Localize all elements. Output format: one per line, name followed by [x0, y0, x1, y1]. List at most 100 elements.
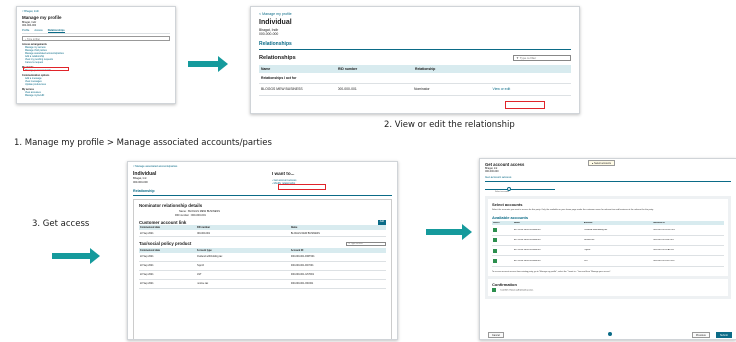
col-account: Account [583, 221, 593, 224]
col-commenced: Commenced date [140, 226, 160, 230]
detail-rid: RID number : 000-000-001 [175, 213, 206, 217]
arrow-right-icon [188, 56, 228, 72]
sub-line-2: 000-000-000 [133, 180, 148, 184]
section-relationships: Relationships [259, 41, 571, 50]
view-or-edit-link[interactable]: View or edit [491, 87, 570, 91]
submit-button[interactable]: Submit [716, 332, 732, 339]
confirm-title: Confirmation [492, 282, 517, 288]
confirm-checkbox-icon[interactable] [492, 288, 496, 293]
cell: 000-000-001-GST001 [290, 273, 315, 277]
table-row: BLOGGS NEW BUSINESS Dividend withholding… [492, 225, 724, 236]
row-rid: 000-000-001 [337, 87, 357, 92]
checkbox-checked-icon[interactable] [493, 258, 497, 263]
list-title: Relationships [259, 54, 296, 61]
cell: GST [583, 259, 589, 262]
step-indicator: Select accounts [485, 186, 731, 194]
caption-step-2: 2. View or edit the relationship [384, 120, 515, 130]
checkbox-checked-icon[interactable] [493, 238, 497, 243]
cell: 22 Sep 2021 [140, 255, 154, 259]
table-row: BLOGGS NEW BUSINESS GST 000-000-001-GST0… [492, 256, 724, 267]
screenshot-relationship-detail: < Manage associated accounts/parties Ind… [127, 161, 398, 340]
table-header: Name RID number Relationship [259, 64, 571, 74]
table-row: 22 Sep 2021 Dividend withholding tax 000… [139, 253, 386, 262]
section-relationship: Relationship [133, 189, 392, 196]
cell: 000-000-001-GST001 [653, 259, 675, 262]
arrow-right-icon [426, 224, 472, 240]
filter-placeholder: Type to filter [519, 56, 537, 61]
i-want-to-heading: I want to... [272, 171, 295, 177]
cell: 000-000-001-INC001 [290, 282, 314, 286]
filter-input[interactable]: ▼ Type to filter [513, 55, 571, 62]
cell: BLOGGS NEW BUSINESS [513, 228, 541, 231]
table-row: 22 Sep 2021 GST 000-000-001-GST001 [139, 271, 386, 280]
select-panel: Select accounts Select the accounts you … [485, 196, 731, 299]
tooltip-text: Select accounts [594, 161, 611, 165]
table-row: 22 Sep 2021 000-000-001 BLOGGS NEW BUSIN… [139, 230, 386, 238]
row-name: BLOGGS MEW BUSINESS [261, 87, 303, 92]
sub-line-2: 000-000-000 [485, 170, 499, 174]
back-link[interactable]: < Manage my profile [259, 12, 571, 16]
cal-title: Customer account link [139, 219, 187, 225]
cell: 22 Sep 2021 [140, 282, 154, 286]
col-action [492, 67, 569, 71]
col-account-id: Account ID [290, 248, 304, 252]
col-account-type: Account type [196, 248, 212, 252]
search-placeholder: Type to filter [26, 37, 40, 41]
highlight-get-account-access [278, 184, 326, 190]
back-link[interactable]: < Bhagat, Indir [22, 10, 170, 13]
cell: 22 Sep 2021 [140, 264, 154, 268]
checkbox-checked-icon[interactable] [493, 227, 497, 232]
tab-relationships[interactable]: Relationships [47, 29, 65, 34]
cell: Payroll [196, 264, 204, 268]
col-name: Name [290, 226, 298, 230]
cell: 000-000-001-INC001 [653, 238, 674, 241]
arrow-right-icon [52, 248, 100, 264]
tax-title: Tax/social policy product [139, 241, 192, 247]
checkbox-checked-icon[interactable] [493, 248, 497, 253]
table-row: 22 Sep 2021 Payroll 000-000-001-PAY001 [139, 262, 386, 271]
cell: 22 Sep 2021 [140, 273, 154, 277]
screenshot-relationships: < Manage my profile Individual Bhagat, I… [250, 6, 580, 114]
link-cancel-request[interactable]: Cancel a request [22, 61, 170, 64]
cancel-button[interactable]: Cancel [488, 332, 504, 339]
col-commenced: Commenced date [140, 248, 160, 252]
caption-step-1: 1. Manage my profile > Manage associated… [14, 138, 272, 148]
screenshot-manage-my-profile: < Bhagat, Indir Manage my profile Bhagat… [16, 6, 176, 104]
add-link-button[interactable]: Add [377, 219, 386, 226]
table-row: BLOGGS MEW BUSINESS 000-000-001 Nominato… [259, 84, 571, 96]
col-rid: RID number [196, 226, 211, 230]
details-panel: Nominator relationship details Name : BL… [133, 198, 392, 339]
cell: BLOGGS NEW BUSINESS [513, 249, 541, 252]
back-link[interactable]: < Manage associated accounts/parties [133, 165, 392, 168]
select-title: Select accounts [492, 202, 523, 207]
screenshot-get-account-access: Get account access ● Select accounts Bha… [479, 158, 736, 340]
tax-filter-input[interactable]: ▼ Type to filter [346, 241, 386, 247]
progress-dot-icon [608, 332, 612, 336]
link-manage-mygovid[interactable]: Manage myGovID [22, 94, 170, 97]
table-row: 22 Sep 2021 Income tax 000-000-001-INC00… [139, 280, 386, 289]
profile-tabs: Profile Access Relationships [22, 29, 170, 35]
search-box[interactable]: ⌕ Type to filter [22, 36, 170, 42]
previous-button[interactable]: Previous [692, 332, 710, 339]
cell: BLOGGS NEW BUSINESS [513, 238, 541, 241]
cell: BLOGGS NEW BUSINESS [290, 231, 320, 235]
col-account-id: Account ID [653, 221, 665, 224]
details-title: Nominator relationship details [139, 202, 203, 208]
highlight-manage-associated [23, 67, 69, 71]
tab-access[interactable]: Access [34, 29, 42, 33]
cell: 000-000-001 [196, 231, 211, 235]
highlight-view-or-edit [505, 101, 545, 109]
link-update-preferences[interactable]: Update preferences [22, 83, 170, 86]
cell: Income tax [583, 238, 595, 241]
cell: Income tax [196, 282, 209, 286]
cell: Payroll [583, 249, 591, 252]
tab-get-account-access[interactable]: Get account access [485, 175, 731, 182]
table-row: BLOGGS NEW BUSINESS Income tax 000-000-0… [492, 236, 724, 247]
group-label: Relationships I act for [259, 73, 571, 85]
cell: BLOGGS NEW BUSINESS [513, 259, 541, 262]
col-name: Name [513, 221, 520, 224]
caption-step-3: 3. Get access [32, 219, 90, 229]
tab-profile[interactable]: Profile [22, 29, 29, 33]
tooltip: ● Select accounts [588, 160, 615, 166]
sub-line-2: 000-000-000 [259, 32, 279, 37]
